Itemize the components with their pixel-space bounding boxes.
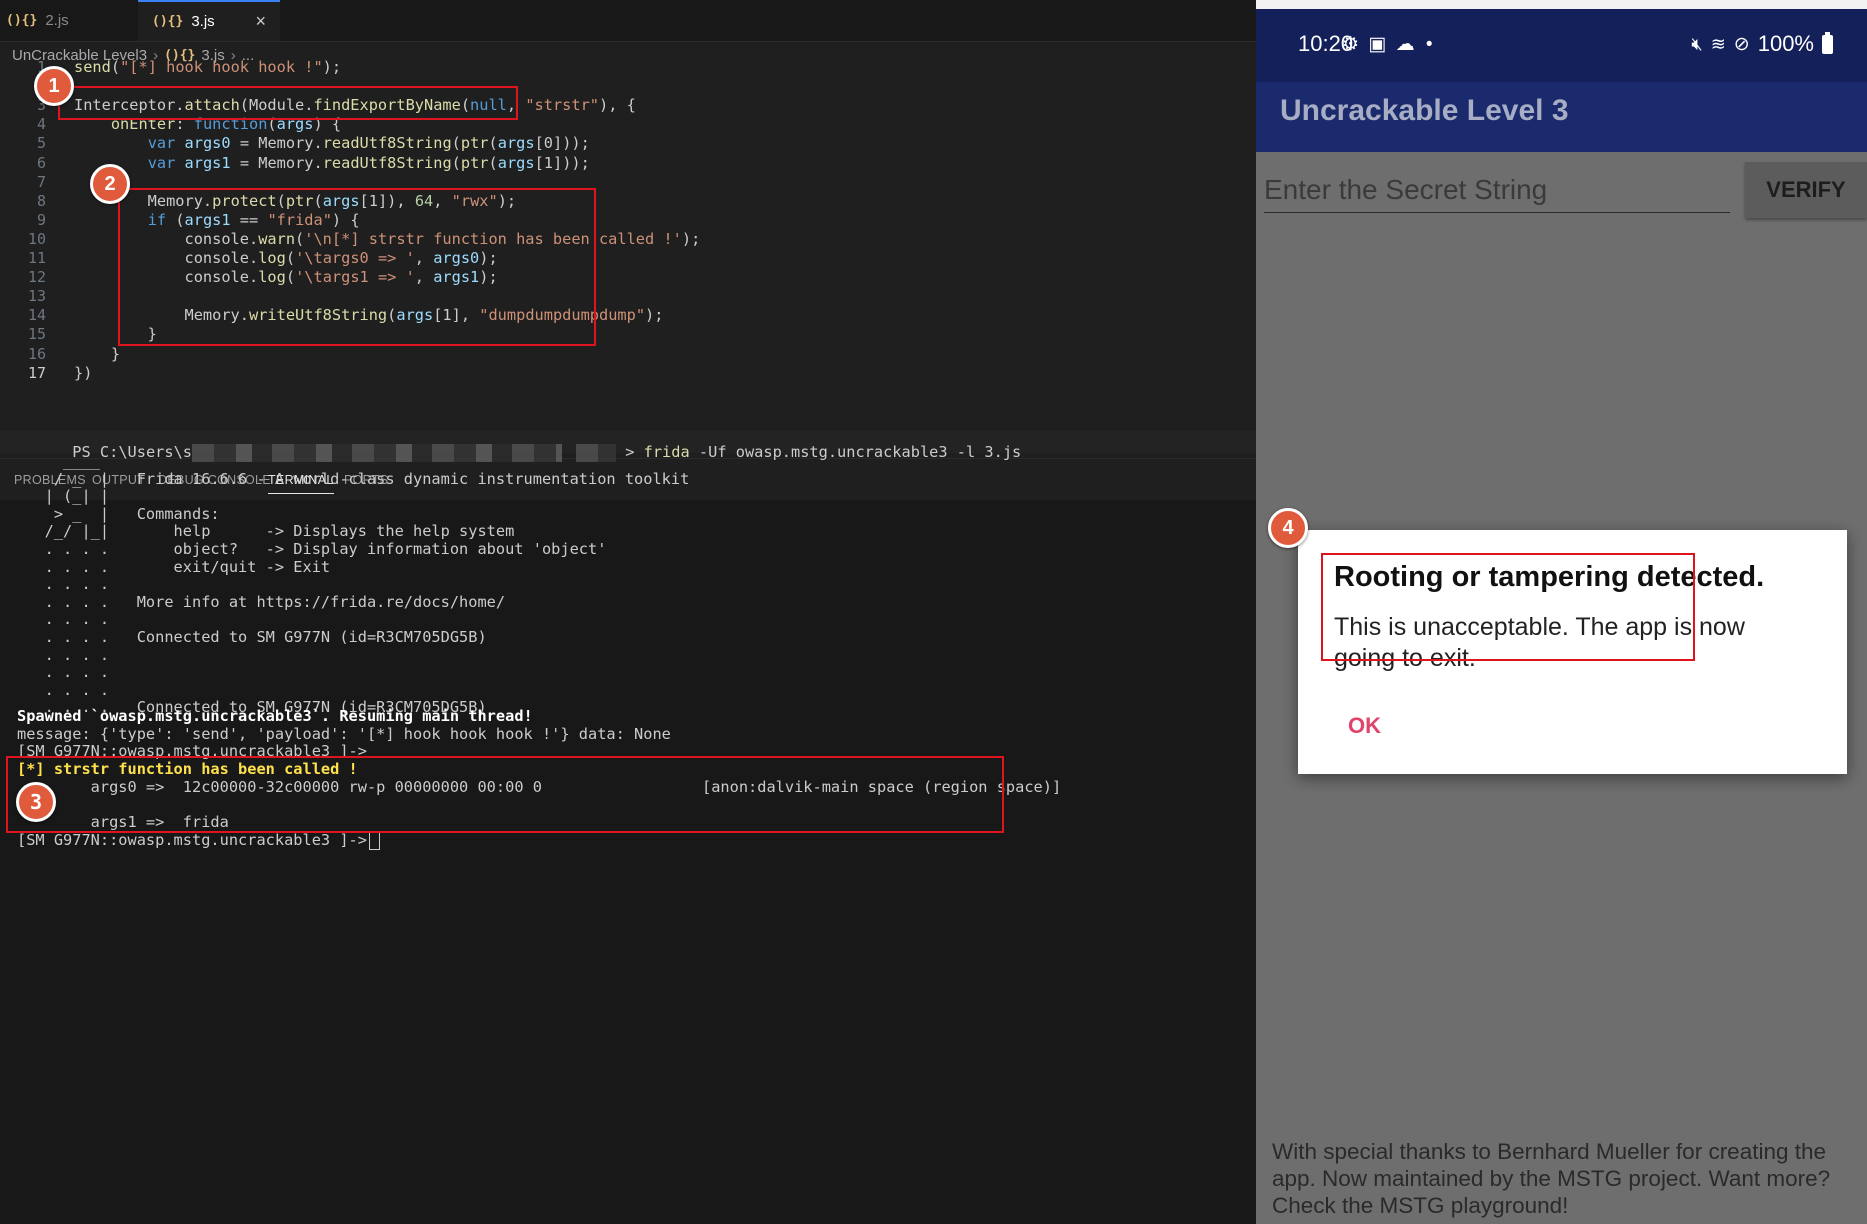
- line-number: 5: [36, 134, 46, 153]
- phone-top-edge: [1256, 0, 1867, 9]
- tab-2-js[interactable]: (){} 2.js: [6, 0, 131, 41]
- code-line: var args0 = Memory.readUtf8String(ptr(ar…: [147, 134, 590, 153]
- secret-string-input[interactable]: Enter the Secret String: [1264, 168, 1730, 213]
- app-title: Uncrackable Level 3: [1280, 94, 1569, 127]
- line-number: 9: [36, 210, 46, 229]
- banner-line: . . . .: [17, 645, 110, 664]
- line-number: 8: [36, 191, 46, 210]
- banner-line: . . . .: [17, 610, 110, 629]
- battery-icon: [1822, 31, 1833, 54]
- line-number: 6: [36, 153, 46, 172]
- annotation-badge-4: 4: [1268, 508, 1308, 548]
- banner-line: /_/ |_| help -> Displays the help system: [17, 522, 515, 541]
- line-number: 14: [27, 306, 46, 325]
- tab-3-js[interactable]: (){} 3.js ×: [138, 0, 280, 41]
- line-number: 10: [27, 229, 46, 248]
- code-line: }: [74, 344, 121, 363]
- status-right-icons: 🔇︎ ≋ ⊘ 100%: [1691, 31, 1833, 57]
- line-number: 13: [27, 287, 46, 306]
- js-file-icon: (){}: [152, 14, 184, 29]
- code-line: var args1 = Memory.readUtf8String(ptr(ar…: [147, 153, 590, 172]
- annotation-box-3: [6, 756, 1004, 833]
- tab-label: 2.js: [45, 12, 69, 29]
- app-bar: Uncrackable Level 3: [1256, 82, 1867, 152]
- code-line: send("[*] hook hook hook !");: [74, 58, 342, 76]
- status-left-icons: ⚙ ▣ ☁ •: [1342, 33, 1433, 56]
- dot-icon: •: [1425, 34, 1433, 55]
- line-number: 17: [27, 363, 46, 382]
- repl-prompt-active[interactable]: [SM G977N::owasp.mstg.uncrackable3 ]->: [17, 831, 380, 850]
- phone-screen: 10:20 ⚙ ▣ ☁ • 🔇︎ ≋ ⊘ 100% Uncrackable Le…: [1256, 0, 1867, 1224]
- banner-line: . . . . More info at https://frida.re/do…: [17, 592, 506, 611]
- banner-line: / _ | Frida 16.6.6 - A world-class dynam…: [17, 469, 690, 488]
- line-number: 7: [36, 172, 46, 191]
- line-number: 4: [36, 115, 46, 134]
- footer-credits: With special thanks to Bernhard Mueller …: [1272, 1139, 1831, 1218]
- line-number: 12: [27, 268, 46, 287]
- battery-percent: 100%: [1757, 31, 1814, 56]
- blocked-icon: ⊘: [1733, 33, 1750, 55]
- banner-line: . . . . object? -> Display information a…: [17, 540, 607, 558]
- banner-line: . . . .: [17, 575, 110, 594]
- banner-line: ____: [17, 452, 100, 470]
- ok-button[interactable]: OK: [1348, 713, 1381, 739]
- banner-line: . . . .: [17, 663, 110, 682]
- alert-dialog: Rooting or tampering detected. This is u…: [1298, 530, 1847, 774]
- close-icon[interactable]: ×: [255, 11, 266, 32]
- gear-icon: ⚙: [1342, 34, 1360, 55]
- annotation-box-4: [1321, 553, 1695, 661]
- line-number: 16: [27, 344, 46, 363]
- banner-line: . . . . Connected to SM G977N (id=R3CM70…: [17, 628, 487, 646]
- wifi-icon: ≋: [1710, 33, 1726, 54]
- redacted-username: [192, 443, 562, 462]
- annotation-badge-1: 1: [34, 66, 74, 106]
- terminal[interactable]: PS C:\Users\s > frida -Uf owasp.mstg.unc…: [0, 443, 1256, 1224]
- annotation-box-2: [118, 188, 596, 346]
- tab-label: 3.js: [191, 13, 215, 30]
- line-number: 11: [27, 249, 46, 267]
- js-file-icon: (){}: [6, 13, 38, 28]
- redacted-username: [576, 443, 616, 462]
- annotation-box-1: [58, 86, 518, 120]
- line-number: 15: [27, 325, 46, 344]
- message-line: message: {'type': 'send', 'payload': '[*…: [17, 725, 671, 743]
- banner-line: . . . .: [17, 680, 110, 699]
- annotation-badge-2: 2: [90, 164, 130, 204]
- terminal-cursor: [368, 831, 380, 850]
- spawned-line: Spawned `owasp.mstg.uncrackable3`. Resum…: [17, 707, 533, 725]
- banner-line: > _ | Commands:: [17, 504, 220, 523]
- verify-button[interactable]: VERIFY: [1745, 162, 1867, 218]
- status-bar: 10:20 ⚙ ▣ ☁ • 🔇︎ ≋ ⊘ 100%: [1256, 9, 1867, 82]
- mute-icon: 🔇︎: [1691, 33, 1703, 54]
- banner-line: | (_| |: [17, 487, 110, 506]
- annotation-badge-3: 3: [16, 782, 56, 822]
- code-line: }): [74, 363, 93, 382]
- banner-line: . . . . exit/quit -> Exit: [17, 557, 331, 576]
- editor-window: (){} 2.js (){} 3.js × UnCrackable Level3…: [0, 0, 1256, 1224]
- editor-tab-bar: (){} 2.js (){} 3.js ×: [0, 0, 1256, 42]
- cloud-icon: ☁: [1395, 34, 1415, 55]
- screenshot-icon: ▣: [1368, 34, 1387, 55]
